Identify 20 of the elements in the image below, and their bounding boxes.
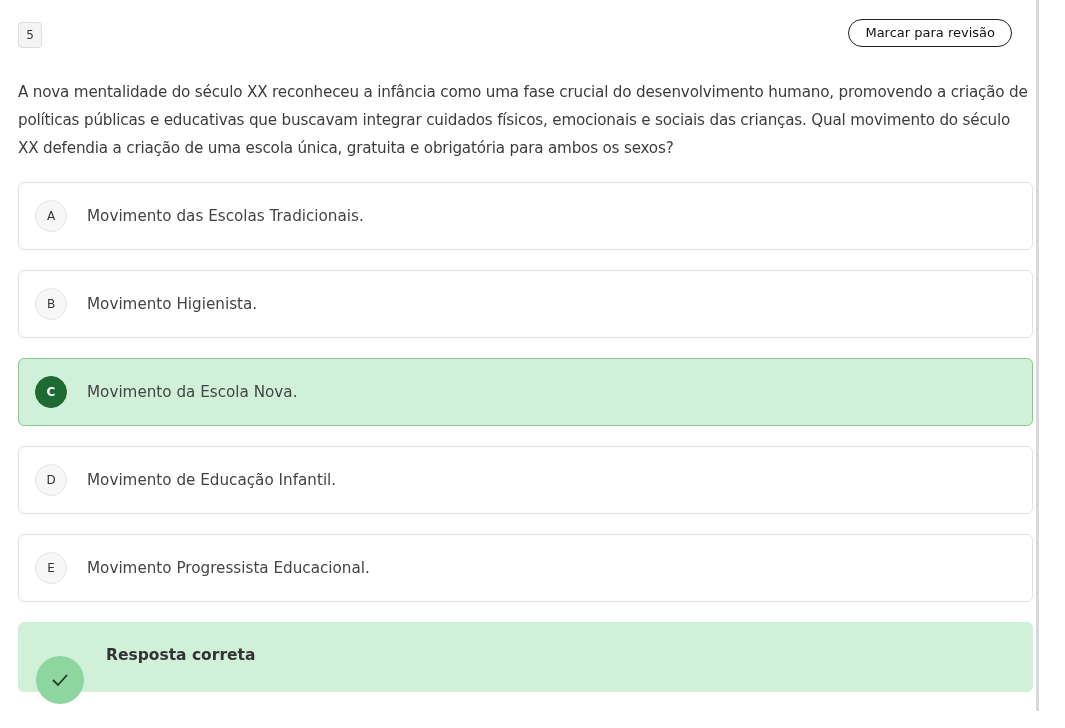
feedback-title: Resposta correta bbox=[106, 646, 256, 664]
option-letter: B bbox=[35, 288, 67, 320]
answer-option[interactable]: E Movimento Progressista Educacional. bbox=[18, 534, 1033, 602]
option-text: Movimento das Escolas Tradicionais. bbox=[87, 207, 364, 225]
option-letter: D bbox=[35, 464, 67, 496]
option-text: Movimento Progressista Educacional. bbox=[87, 559, 370, 577]
answer-option[interactable]: A Movimento das Escolas Tradicionais. bbox=[18, 182, 1033, 250]
option-text: Movimento da Escola Nova. bbox=[87, 383, 298, 401]
answer-option[interactable]: D Movimento de Educação Infantil. bbox=[18, 446, 1033, 514]
question-text: A nova mentalidade do século XX reconheceu a infância como uma fase crucial do desenvolvimento humano, promovendo a criação de políticas públicas e educativas que buscavam integrar cuidados físicos, emocionais e sociais das crianças. Qual movimento do século XX defendia a criação de uma escola única, gratuita e obrigatória para ambos os sexos? bbox=[18, 82, 1029, 159]
answer-option[interactable]: B Movimento Higienista. bbox=[18, 270, 1033, 338]
check-icon bbox=[36, 656, 84, 704]
option-text: Movimento Higienista. bbox=[87, 295, 258, 313]
option-letter: C bbox=[35, 376, 67, 408]
option-letter: A bbox=[35, 200, 67, 232]
option-letter: E bbox=[35, 552, 67, 584]
question-number: 5 bbox=[18, 22, 42, 48]
answer-option[interactable]: C Movimento da Escola Nova. bbox=[18, 358, 1033, 426]
option-text: Movimento de Educação Infantil. bbox=[87, 471, 337, 489]
review-button[interactable]: Marcar para revisão bbox=[848, 18, 1012, 47]
